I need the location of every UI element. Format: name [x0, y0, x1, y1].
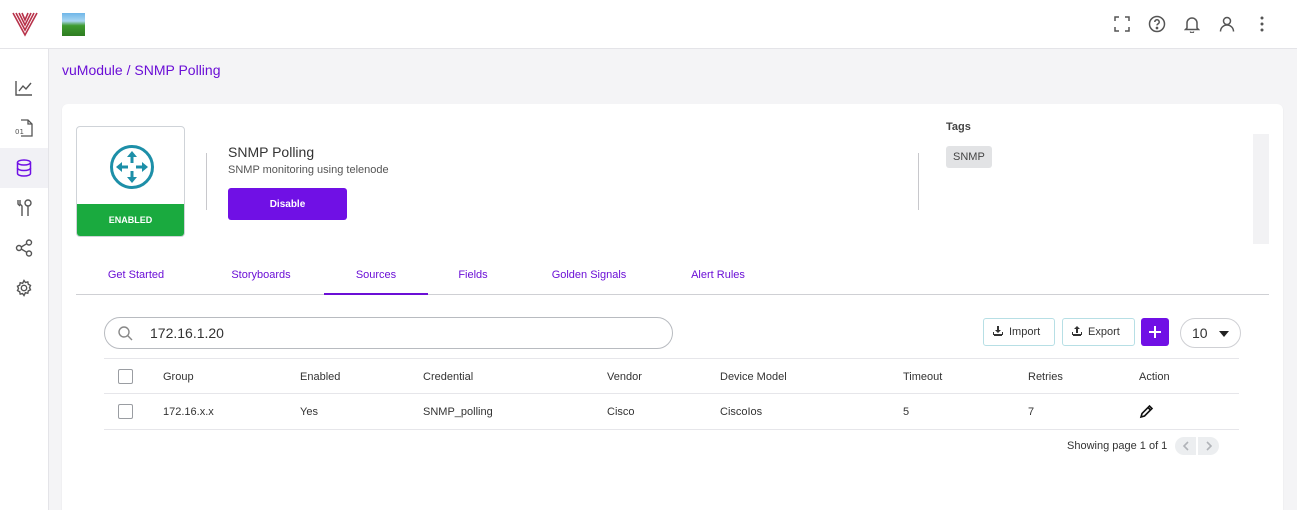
cell-device-model: CiscoIos: [720, 405, 763, 418]
tags-label: Tags: [946, 121, 971, 133]
module-description: SNMP monitoring using telenode: [228, 164, 389, 176]
prev-page-button[interactable]: [1175, 437, 1197, 455]
cell-retries: 7: [1028, 405, 1035, 418]
module-status-badge: ENABLED: [77, 204, 184, 236]
import-button[interactable]: Import: [983, 318, 1055, 346]
sidebar: 01: [0, 49, 49, 510]
column-header-credential[interactable]: Credential: [423, 359, 473, 394]
database-icon[interactable]: [0, 148, 48, 188]
search-input[interactable]: [150, 325, 650, 341]
tab-get-started[interactable]: Get Started: [76, 256, 196, 294]
tab-fields[interactable]: Fields: [446, 256, 500, 294]
import-icon: [992, 325, 1004, 340]
column-header-retries[interactable]: Retries: [1028, 359, 1063, 394]
module-title: SNMP Polling: [228, 144, 315, 160]
caret-down-icon: [1219, 331, 1229, 337]
tab-golden-signals[interactable]: Golden Signals: [538, 256, 640, 294]
column-header-vendor[interactable]: Vendor: [607, 359, 642, 394]
top-bar: [0, 0, 1297, 49]
pagination-text: Showing page 1 of 1: [1067, 440, 1168, 452]
search-box[interactable]: [104, 317, 673, 349]
module-tile: ENABLED: [76, 126, 185, 237]
tab-sources[interactable]: Sources: [324, 256, 428, 295]
page-size-value: 10: [1192, 325, 1208, 341]
disable-button[interactable]: Disable: [228, 188, 347, 220]
table-row: 172.16.x.x Yes SNMP_polling Cisco CiscoI…: [104, 394, 1239, 430]
cell-group: 172.16.x.x: [163, 405, 214, 418]
tab-storyboards[interactable]: Storyboards: [201, 256, 321, 294]
breadcrumb-current: SNMP Polling: [134, 62, 221, 78]
search-icon: [105, 325, 145, 341]
pagination: Showing page 1 of 1: [1067, 437, 1220, 455]
page-size-select[interactable]: 10: [1180, 318, 1241, 348]
app-logo[interactable]: [11, 10, 39, 38]
svg-text:01: 01: [15, 128, 24, 136]
cell-timeout: 5: [903, 405, 910, 418]
tenant-image: [62, 13, 85, 36]
cell-credential: SNMP_polling: [423, 405, 493, 418]
export-button[interactable]: Export: [1062, 318, 1135, 346]
export-icon: [1071, 325, 1083, 340]
plus-icon: [1149, 326, 1161, 338]
router-icon: [109, 144, 155, 195]
help-icon[interactable]: [1139, 12, 1174, 36]
import-label: Import: [1009, 326, 1041, 338]
tab-alert-rules[interactable]: Alert Rules: [682, 256, 754, 294]
cell-vendor: Cisco: [607, 405, 635, 418]
table-header-row: Group Enabled Credential Vendor Device M…: [104, 358, 1239, 394]
column-header-enabled[interactable]: Enabled: [300, 359, 340, 394]
cell-enabled: Yes: [300, 405, 318, 418]
row-checkbox[interactable]: [118, 404, 133, 419]
select-all-checkbox[interactable]: [118, 369, 133, 384]
edit-icon[interactable]: [1139, 394, 1154, 429]
share-icon[interactable]: [0, 228, 48, 268]
chart-icon[interactable]: [0, 68, 48, 108]
breadcrumb: vuModule / SNMP Polling: [62, 62, 221, 78]
breadcrumb-parent-link[interactable]: vuModule: [62, 62, 123, 78]
breadcrumb-separator: /: [122, 62, 135, 78]
settings-icon[interactable]: [0, 268, 48, 308]
export-label: Export: [1088, 326, 1120, 338]
next-page-button[interactable]: [1198, 437, 1220, 455]
divider: [206, 153, 207, 210]
tags-scrollbar[interactable]: [1253, 134, 1269, 244]
column-header-timeout[interactable]: Timeout: [903, 359, 942, 394]
more-vertical-icon[interactable]: [1244, 12, 1279, 36]
tag-chip: SNMP: [946, 146, 992, 168]
column-header-group[interactable]: Group: [163, 359, 194, 394]
user-icon[interactable]: [1209, 12, 1244, 36]
tools-icon[interactable]: [0, 188, 48, 228]
bell-icon[interactable]: [1174, 12, 1209, 36]
fullscreen-icon[interactable]: [1104, 12, 1139, 36]
module-tabs: Get Started Storyboards Sources Fields G…: [76, 256, 1269, 295]
column-header-device-model[interactable]: Device Model: [720, 359, 787, 394]
divider: [918, 153, 919, 210]
chevron-left-icon: [1182, 441, 1189, 451]
module-card: ENABLED SNMP Polling SNMP monitoring usi…: [62, 104, 1283, 510]
column-header-action: Action: [1139, 370, 1170, 383]
sources-table: Group Enabled Credential Vendor Device M…: [104, 358, 1239, 430]
add-source-button[interactable]: [1141, 318, 1169, 346]
file-binary-icon[interactable]: 01: [0, 108, 48, 148]
chevron-right-icon: [1206, 441, 1212, 451]
